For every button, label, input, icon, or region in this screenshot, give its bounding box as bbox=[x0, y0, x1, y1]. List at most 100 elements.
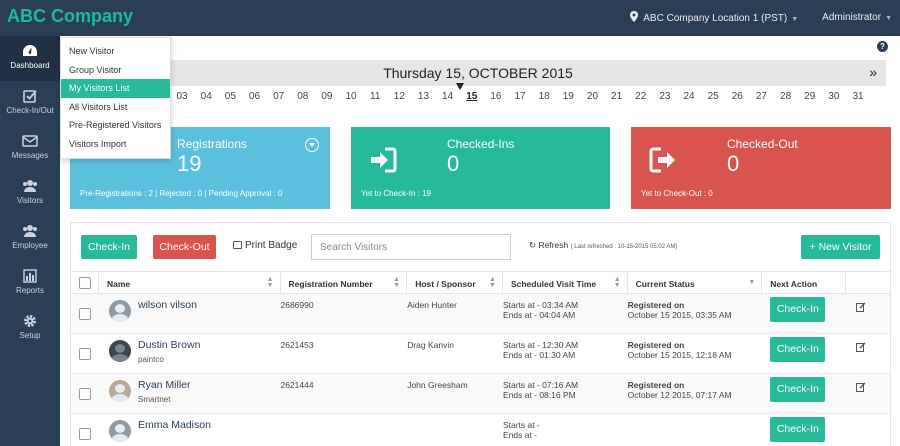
start-time: Starts at - 12:30 AM bbox=[502, 340, 579, 350]
location-selector[interactable]: ABC Company Location 1 (PST) ▼ bbox=[630, 11, 798, 24]
check-in-button[interactable]: Check-In bbox=[81, 235, 137, 259]
day-09[interactable]: 09 bbox=[315, 91, 339, 102]
row-checkbox[interactable] bbox=[79, 308, 91, 320]
day-16[interactable]: 16 bbox=[484, 91, 508, 102]
visitor-name-link[interactable]: wilson vilson bbox=[138, 299, 197, 311]
row-checkbox[interactable] bbox=[79, 388, 91, 400]
sidebar-item-visitors[interactable]: Visitors bbox=[0, 171, 60, 216]
print-badge-button[interactable]: Print Badge bbox=[233, 240, 297, 251]
sidebar-item-messages[interactable]: Messages bbox=[0, 126, 60, 171]
day-13[interactable]: 13 bbox=[411, 91, 435, 102]
visit-time-cell: Starts at - 12:30 AM Ends at - 01:30 AM bbox=[503, 334, 628, 373]
end-time: Ends at - 04:04 AM bbox=[502, 310, 576, 320]
sort-icon: ▲ ▼ bbox=[266, 276, 274, 289]
day-19[interactable]: 19 bbox=[556, 91, 580, 102]
menu-item-new-visitor[interactable]: New Visitor bbox=[61, 42, 170, 61]
day-22[interactable]: 22 bbox=[629, 91, 653, 102]
day-31[interactable]: 31 bbox=[846, 91, 870, 102]
action-cell: Check-In bbox=[762, 294, 846, 333]
row-select-cell bbox=[71, 334, 99, 373]
start-time: Starts at - 07:16 AM bbox=[502, 380, 579, 390]
check-out-button[interactable]: Check-Out bbox=[153, 235, 216, 259]
column-header-time[interactable]: Scheduled Visit Time ▲ ▼ bbox=[503, 272, 628, 293]
column-header-host[interactable]: Host / Sponsor ▲ ▼ bbox=[407, 272, 503, 293]
select-all-checkbox[interactable] bbox=[79, 277, 91, 289]
day-20[interactable]: 20 bbox=[580, 91, 604, 102]
print-badge-label: Print Badge bbox=[245, 240, 298, 251]
edit-icon[interactable] bbox=[856, 302, 866, 312]
day-08[interactable]: 08 bbox=[291, 91, 315, 102]
status-cell: Registered on October 15 2015, 12:18 AM bbox=[628, 334, 763, 373]
help-icon[interactable]: ? bbox=[877, 41, 888, 52]
row-select-cell bbox=[71, 374, 99, 413]
edit-icon[interactable] bbox=[856, 342, 866, 352]
sidebar-item-setup[interactable]: Setup bbox=[0, 306, 60, 351]
row-check-in-button[interactable]: Check-In bbox=[770, 417, 826, 442]
menu-item-group-visitor[interactable]: Group Visitor bbox=[61, 61, 170, 80]
gear-icon bbox=[24, 315, 36, 327]
visitor-company: Smartnet bbox=[138, 395, 171, 404]
menu-item-pre-registered-visitors[interactable]: Pre-Registered Visitors bbox=[61, 116, 170, 135]
column-header-registration[interactable]: Registration Number ▲ ▼ bbox=[281, 272, 408, 293]
row-check-in-button[interactable]: Check-In bbox=[770, 337, 826, 362]
user-menu[interactable]: Administrator ▼ bbox=[822, 12, 892, 23]
menu-item-my-visitors-list[interactable]: My Visitors List bbox=[61, 79, 170, 98]
day-14[interactable]: 14 bbox=[436, 91, 460, 102]
sidebar-item-check-in-out[interactable]: Check-In/Out bbox=[0, 81, 60, 126]
select-all-cell bbox=[71, 272, 99, 293]
day-05[interactable]: 05 bbox=[218, 91, 242, 102]
day-03[interactable]: 03 bbox=[170, 91, 194, 102]
day-10[interactable]: 10 bbox=[339, 91, 363, 102]
day-12[interactable]: 12 bbox=[387, 91, 411, 102]
status-cell: Registered on October 15 2015, 03:35 AM bbox=[628, 294, 763, 333]
day-21[interactable]: 21 bbox=[605, 91, 629, 102]
day-17[interactable]: 17 bbox=[508, 91, 532, 102]
avatar bbox=[109, 340, 131, 362]
sidebar-item-label: Visitors bbox=[16, 196, 44, 205]
row-checkbox[interactable] bbox=[79, 428, 91, 440]
card-footer: Yet to Check-Out : 0 bbox=[641, 189, 713, 198]
day-27[interactable]: 27 bbox=[749, 91, 773, 102]
day-07[interactable]: 07 bbox=[267, 91, 291, 102]
day-23[interactable]: 23 bbox=[653, 91, 677, 102]
day-04[interactable]: 04 bbox=[194, 91, 218, 102]
day-25[interactable]: 25 bbox=[701, 91, 725, 102]
day-30[interactable]: 30 bbox=[822, 91, 846, 102]
sidebar-item-employee[interactable]: Employee bbox=[0, 216, 60, 261]
chevron-down-circle-icon[interactable] bbox=[305, 138, 319, 152]
edit-icon[interactable] bbox=[856, 382, 866, 392]
users-icon bbox=[23, 225, 37, 237]
column-label: Name bbox=[107, 279, 131, 289]
search-input[interactable] bbox=[311, 234, 511, 260]
edit-cell bbox=[846, 334, 890, 373]
refresh-button[interactable]: ↻ Refresh ( Last refreshed : 10-15-2015 … bbox=[529, 240, 677, 251]
row-checkbox[interactable] bbox=[79, 348, 91, 360]
sidebar-item-dashboard[interactable]: Dashboard bbox=[0, 36, 60, 81]
status-label: Registered on bbox=[627, 300, 685, 310]
visitor-name-link[interactable]: Dustin Brown bbox=[138, 339, 200, 351]
column-header-action: Next Action bbox=[762, 272, 847, 293]
next-month-button[interactable]: » bbox=[869, 64, 877, 80]
new-visitor-button[interactable]: + New Visitor bbox=[801, 235, 880, 259]
menu-item-all-visitors-list[interactable]: All Visitors List bbox=[61, 98, 170, 117]
visitor-name-link[interactable]: Ryan Miller bbox=[138, 379, 191, 391]
day-18[interactable]: 18 bbox=[532, 91, 556, 102]
day-28[interactable]: 28 bbox=[774, 91, 798, 102]
day-26[interactable]: 26 bbox=[725, 91, 749, 102]
column-header-status[interactable]: Current Status ▼ bbox=[628, 272, 763, 293]
user-name: Administrator bbox=[822, 12, 882, 23]
brand-logo[interactable]: ABC Company bbox=[7, 6, 133, 27]
row-check-in-button[interactable]: Check-In bbox=[770, 377, 826, 402]
sidebar-item-label: Reports bbox=[15, 286, 44, 295]
status-date: October 12 2015, 07:17 AM bbox=[627, 390, 732, 400]
day-06[interactable]: 06 bbox=[242, 91, 266, 102]
menu-item-visitors-import[interactable]: Visitors Import bbox=[61, 135, 170, 154]
day-11[interactable]: 11 bbox=[363, 91, 387, 102]
day-29[interactable]: 29 bbox=[798, 91, 822, 102]
day-15[interactable]: 15 bbox=[460, 91, 484, 102]
visitor-name-link[interactable]: Emma Madison bbox=[138, 419, 211, 431]
day-24[interactable]: 24 bbox=[677, 91, 701, 102]
column-header-name[interactable]: Name ▲ ▼ bbox=[99, 272, 281, 293]
row-check-in-button[interactable]: Check-In bbox=[770, 297, 826, 322]
sidebar-item-reports[interactable]: Reports bbox=[0, 261, 60, 306]
